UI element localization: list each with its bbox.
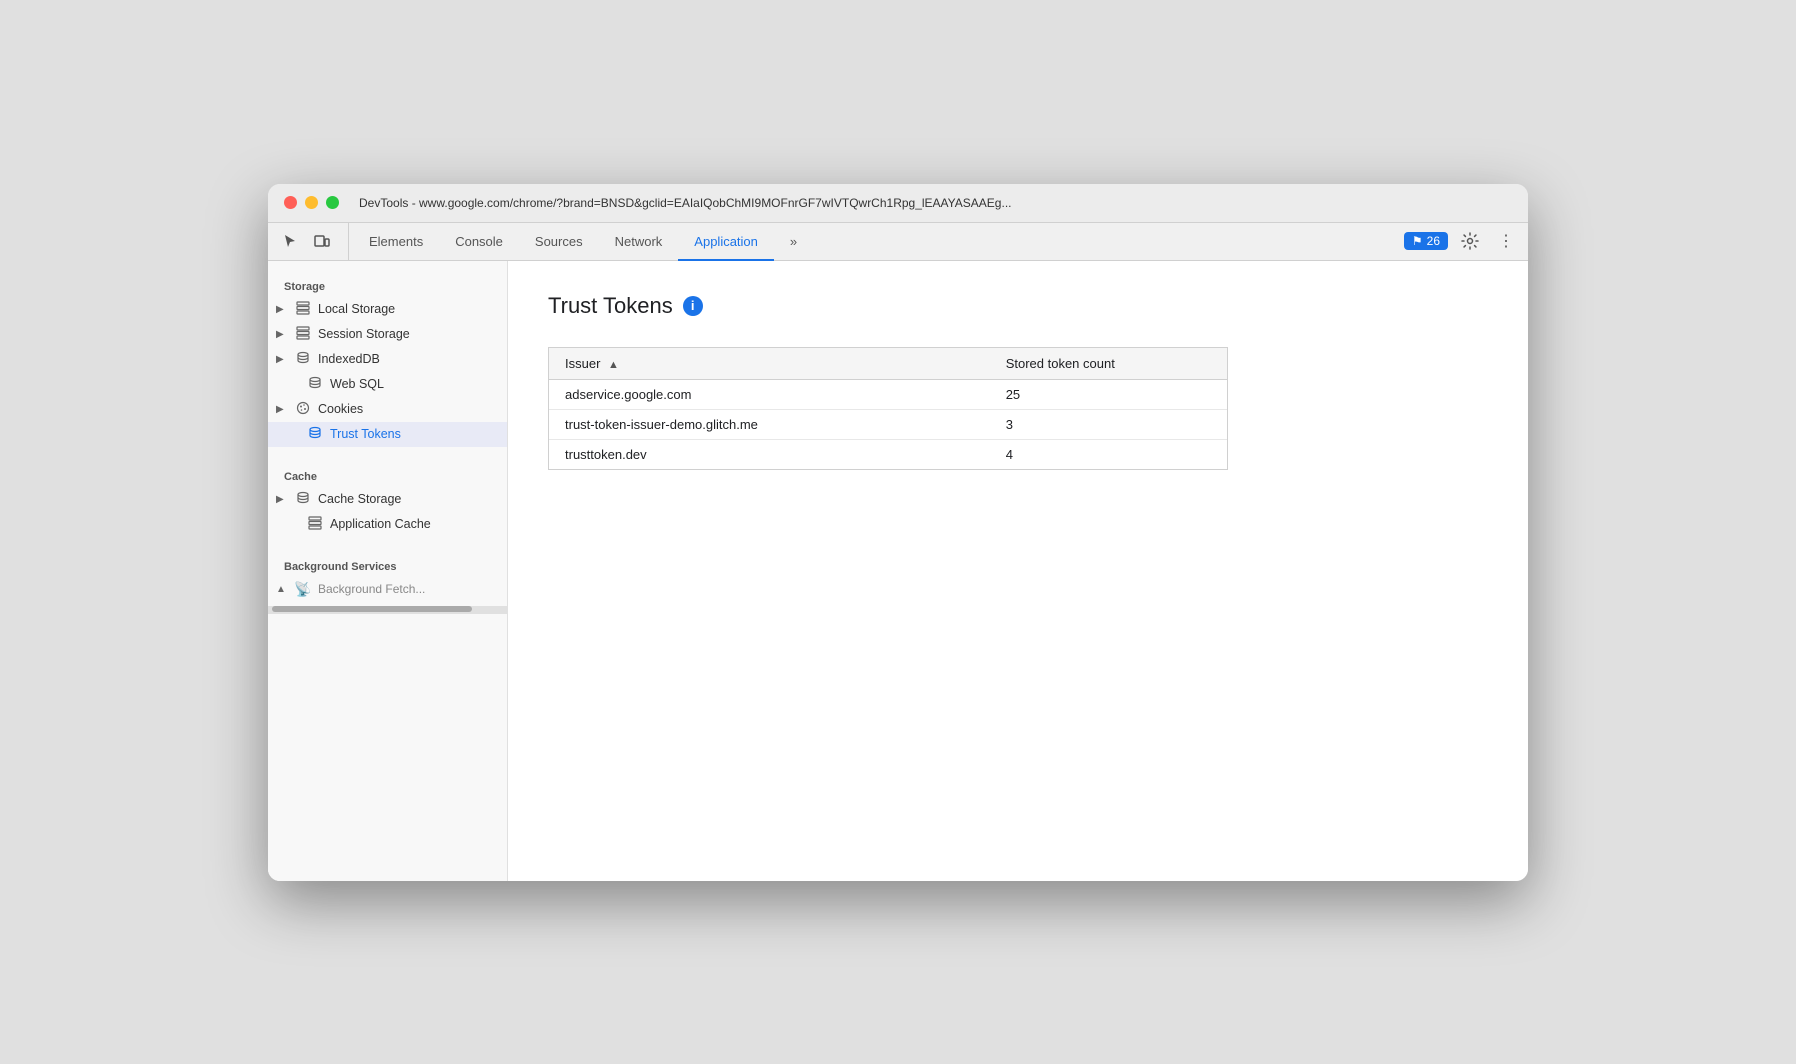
sidebar-item-web-sql[interactable]: Web SQL (268, 372, 507, 397)
cell-issuer: adservice.google.com (549, 379, 990, 409)
expand-arrow-icon: ▶ (276, 404, 288, 415)
titlebar: DevTools - www.google.com/chrome/?brand=… (268, 184, 1528, 223)
toolbar-right: ⚑ 26 ⋮ (1404, 223, 1520, 260)
traffic-lights (284, 196, 339, 209)
minimize-button[interactable] (305, 196, 318, 209)
page-title-row: Trust Tokens i (548, 293, 1488, 319)
background-fetch-icon: 📡 (294, 581, 312, 598)
device-toggle-icon[interactable] (308, 227, 336, 255)
application-cache-label: Application Cache (330, 517, 431, 531)
sidebar-item-cookies[interactable]: ▶ Cookies (268, 397, 507, 422)
sort-arrow-icon: ▲ (608, 359, 619, 371)
expand-arrow-icon: ▶ (276, 354, 288, 365)
web-sql-icon (306, 376, 324, 393)
info-icon[interactable]: i (683, 296, 703, 316)
badge-count: 26 (1427, 234, 1440, 248)
devtools-window: DevTools - www.google.com/chrome/?brand=… (268, 184, 1528, 881)
background-section-title: Background Services (268, 549, 507, 577)
cell-issuer: trust-token-issuer-demo.glitch.me (549, 409, 990, 439)
table-row[interactable]: trust-token-issuer-demo.glitch.me 3 (549, 409, 1227, 439)
sidebar-item-application-cache[interactable]: Application Cache (268, 512, 507, 537)
cache-section-title: Cache (268, 459, 507, 487)
indexeddb-icon (294, 351, 312, 368)
trust-tokens-icon (306, 426, 324, 443)
trust-tokens-table: Issuer ▲ Stored token count adservice.go… (549, 348, 1227, 469)
cell-issuer: trusttoken.dev (549, 439, 990, 469)
tab-elements[interactable]: Elements (353, 224, 439, 261)
sidebar-item-session-storage[interactable]: ▶ Session Storage (268, 322, 507, 347)
tab-console[interactable]: Console (439, 224, 519, 261)
expand-arrow-icon: ▶ (276, 329, 288, 340)
close-button[interactable] (284, 196, 297, 209)
expand-arrow-icon: ▶ (276, 304, 288, 315)
application-cache-icon (306, 516, 324, 533)
trust-tokens-table-container: Issuer ▲ Stored token count adservice.go… (548, 347, 1228, 470)
sidebar: Storage ▶ Local Storage ▶ Session Storag… (268, 261, 508, 881)
sidebar-item-trust-tokens[interactable]: Trust Tokens (268, 422, 507, 447)
col-header-issuer[interactable]: Issuer ▲ (549, 348, 990, 380)
background-fetch-label: Background Fetch... (318, 582, 425, 596)
web-sql-label: Web SQL (330, 377, 384, 391)
table-body: adservice.google.com 25 trust-token-issu… (549, 379, 1227, 469)
cell-count: 25 (990, 379, 1227, 409)
sidebar-scrollbar[interactable] (268, 606, 507, 614)
indexeddb-label: IndexedDB (318, 352, 380, 366)
tab-network[interactable]: Network (599, 224, 679, 261)
cell-count: 3 (990, 409, 1227, 439)
expand-arrow-icon: ▲ (276, 584, 288, 595)
col-header-count: Stored token count (990, 348, 1227, 380)
sidebar-item-cache-storage[interactable]: ▶ Cache Storage (268, 487, 507, 512)
cookies-label: Cookies (318, 402, 363, 416)
window-title: DevTools - www.google.com/chrome/?brand=… (359, 196, 1512, 210)
cache-storage-icon (294, 491, 312, 508)
issues-badge[interactable]: ⚑ 26 (1404, 232, 1448, 250)
cell-count: 4 (990, 439, 1227, 469)
tab-application[interactable]: Application (678, 224, 774, 261)
local-storage-icon (294, 301, 312, 318)
local-storage-label: Local Storage (318, 302, 395, 316)
maximize-button[interactable] (326, 196, 339, 209)
sidebar-item-local-storage[interactable]: ▶ Local Storage (268, 297, 507, 322)
tab-sources[interactable]: Sources (519, 224, 599, 261)
sidebar-item-background-fetch[interactable]: ▲ 📡 Background Fetch... (268, 577, 507, 602)
session-storage-icon (294, 326, 312, 343)
more-options-icon[interactable]: ⋮ (1492, 227, 1520, 255)
toolbar-icons (276, 223, 349, 260)
trust-tokens-label: Trust Tokens (330, 427, 401, 441)
devtools-toolbar: Elements Console Sources Network Applica… (268, 223, 1528, 261)
table-header-row: Issuer ▲ Stored token count (549, 348, 1227, 380)
session-storage-label: Session Storage (318, 327, 410, 341)
page-title: Trust Tokens (548, 293, 673, 319)
storage-section-title: Storage (268, 269, 507, 297)
cookies-icon (294, 401, 312, 418)
cursor-icon[interactable] (276, 227, 304, 255)
expand-arrow-icon: ▶ (276, 494, 288, 505)
main-layout: Storage ▶ Local Storage ▶ Session Storag… (268, 261, 1528, 881)
badge-icon: ⚑ (1412, 234, 1423, 248)
more-tabs-button[interactable]: » (774, 224, 813, 261)
settings-icon[interactable] (1456, 227, 1484, 255)
table-row[interactable]: trusttoken.dev 4 (549, 439, 1227, 469)
content-area: Trust Tokens i Issuer ▲ Stored token cou… (508, 261, 1528, 881)
cache-storage-label: Cache Storage (318, 492, 401, 506)
tabs-container: Elements Console Sources Network Applica… (353, 223, 1404, 260)
table-row[interactable]: adservice.google.com 25 (549, 379, 1227, 409)
sidebar-item-indexeddb[interactable]: ▶ IndexedDB (268, 347, 507, 372)
